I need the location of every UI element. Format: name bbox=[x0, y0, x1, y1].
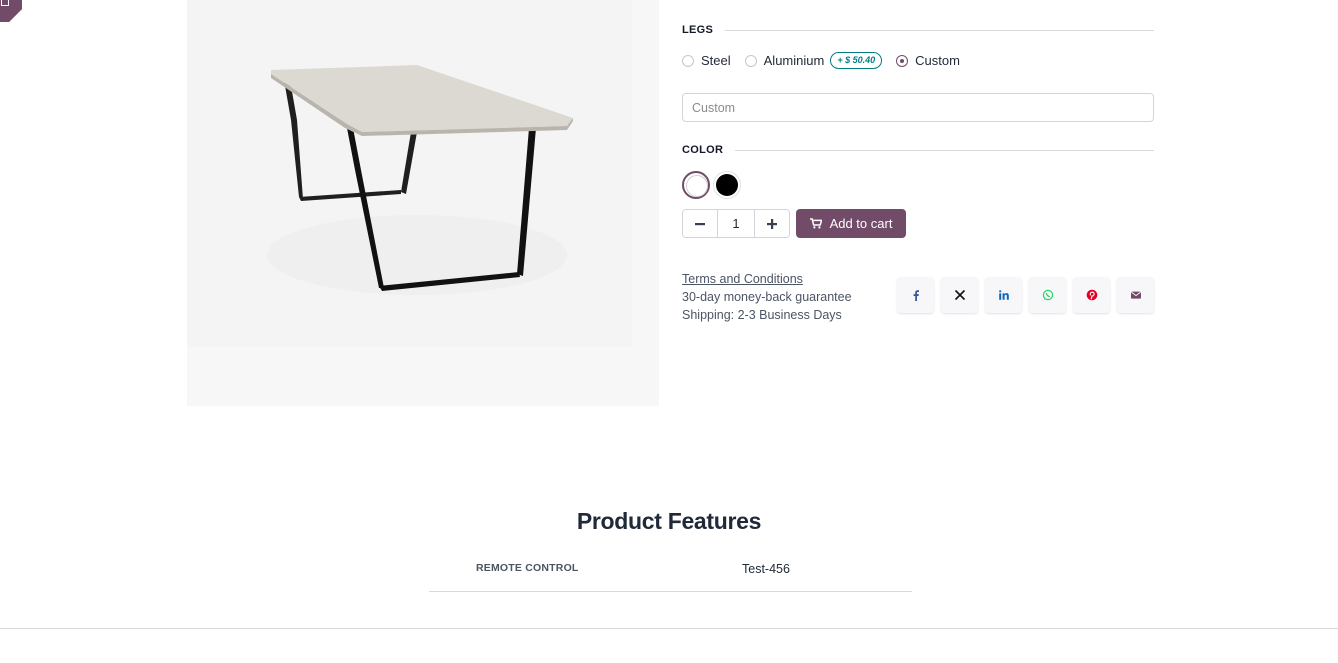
product-terms: Terms and Conditions 30-day money-back g… bbox=[682, 270, 852, 324]
feature-value: Test-456 bbox=[742, 562, 790, 576]
facebook-icon bbox=[913, 290, 919, 301]
color-swatch-white[interactable] bbox=[682, 171, 710, 199]
steel-label: Steel bbox=[701, 53, 731, 68]
plus-icon bbox=[767, 218, 777, 229]
share-buttons bbox=[890, 277, 1154, 324]
product-details: LEGS Steel Aluminium + $ 50.40 Custom CO… bbox=[682, 0, 1154, 324]
share-facebook-button[interactable] bbox=[897, 277, 934, 313]
add-to-cart-button[interactable]: Add to cart bbox=[796, 209, 906, 238]
aluminium-price-badge: + $ 50.40 bbox=[830, 52, 883, 69]
color-swatch-black[interactable] bbox=[713, 171, 741, 199]
custom-label: Custom bbox=[915, 53, 960, 68]
legs-heading: LEGS bbox=[682, 23, 1154, 37]
product-features-table: REMOTE CONTROL Test-456 bbox=[429, 551, 912, 592]
product-image bbox=[187, 0, 659, 406]
legs-option-aluminium[interactable]: Aluminium + $ 50.40 bbox=[744, 52, 883, 69]
product-info-row: Terms and Conditions 30-day money-back g… bbox=[682, 270, 1154, 324]
steel-radio[interactable] bbox=[682, 54, 694, 67]
legs-heading-label: LEGS bbox=[682, 24, 714, 36]
footer-divider bbox=[0, 628, 1338, 629]
decrease-quantity-button[interactable] bbox=[683, 210, 717, 237]
legs-option-steel[interactable]: Steel bbox=[682, 53, 731, 68]
terms-link[interactable]: Terms and Conditions bbox=[682, 272, 803, 286]
custom-value-input[interactable] bbox=[682, 93, 1154, 122]
cart-row: Add to cart bbox=[682, 209, 1154, 238]
custom-radio[interactable] bbox=[896, 54, 909, 67]
share-email-button[interactable] bbox=[1117, 277, 1154, 313]
legs-options: Steel Aluminium + $ 50.40 Custom bbox=[682, 52, 1154, 69]
aluminium-radio[interactable] bbox=[744, 54, 757, 67]
quantity-input[interactable] bbox=[717, 210, 755, 237]
aluminium-label: Aluminium bbox=[763, 53, 825, 68]
color-swatches bbox=[682, 171, 1154, 199]
linkedin-icon bbox=[998, 290, 1009, 300]
edit-ribbon[interactable] bbox=[0, 0, 22, 22]
add-to-cart-label: Add to cart bbox=[829, 216, 893, 231]
pinterest-icon bbox=[1086, 289, 1097, 301]
legs-heading-rule bbox=[725, 29, 1154, 31]
cart-icon bbox=[809, 218, 822, 229]
table-illustration bbox=[267, 65, 573, 295]
edit-icon bbox=[1, 0, 9, 6]
feature-name: REMOTE CONTROL bbox=[476, 562, 579, 574]
minus-icon bbox=[695, 222, 705, 225]
product-features-title: Product Features bbox=[576, 508, 762, 534]
increase-quantity-button[interactable] bbox=[755, 210, 789, 237]
share-x-button[interactable] bbox=[941, 277, 978, 313]
color-heading-rule bbox=[735, 149, 1154, 151]
legs-option-custom[interactable]: Custom bbox=[896, 53, 960, 68]
color-heading: COLOR bbox=[682, 143, 1154, 157]
x-twitter-icon bbox=[954, 289, 965, 301]
share-linkedin-button[interactable] bbox=[985, 277, 1022, 313]
color-heading-label: COLOR bbox=[682, 144, 724, 156]
share-pinterest-button[interactable] bbox=[1073, 277, 1110, 313]
email-icon bbox=[1130, 291, 1141, 299]
shipping-text: Shipping: 2-3 Business Days bbox=[682, 308, 842, 322]
guarantee-text: 30-day money-back guarantee bbox=[682, 290, 852, 304]
share-whatsapp-button[interactable] bbox=[1029, 277, 1066, 313]
quantity-stepper bbox=[682, 209, 790, 238]
whatsapp-icon bbox=[1042, 289, 1053, 301]
